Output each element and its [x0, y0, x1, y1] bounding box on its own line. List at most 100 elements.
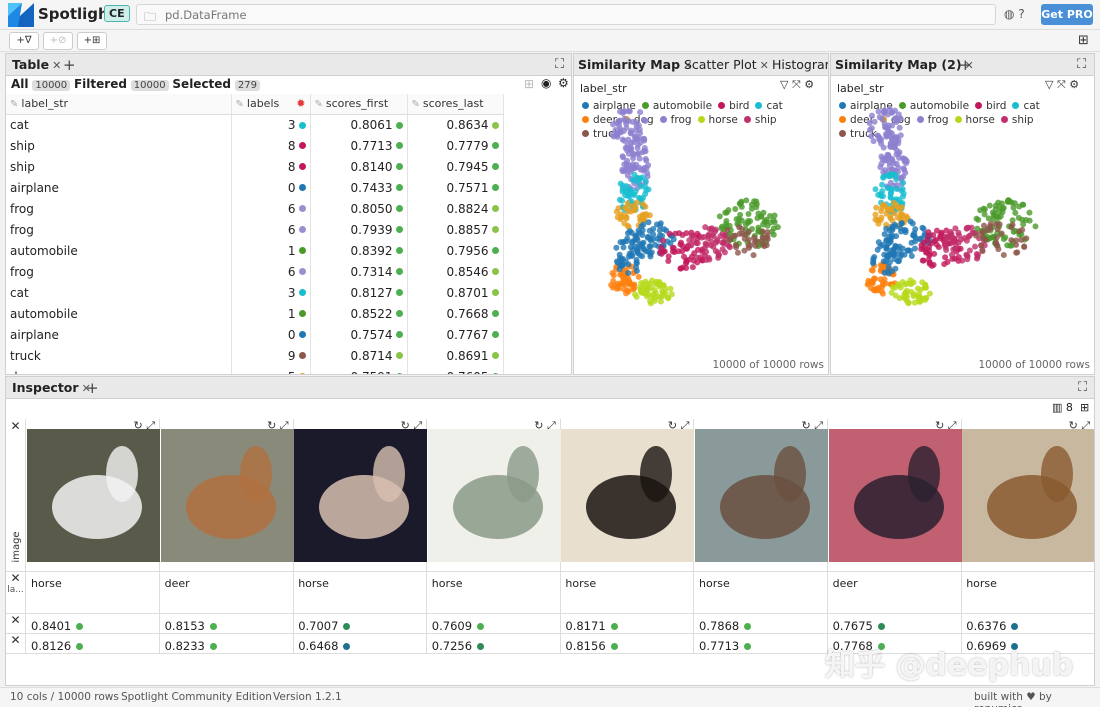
get-pro-button[interactable]: Get PRO	[1041, 4, 1093, 25]
scatter-point	[625, 270, 632, 277]
table-row[interactable]: truck 9 0.8714 0.8691	[6, 345, 504, 366]
scatter-point	[868, 112, 875, 119]
close-icon[interactable]: ✕	[6, 613, 25, 627]
scatter-point	[908, 252, 915, 259]
watermark: 知乎 @deephub	[825, 648, 1074, 683]
scatter-point	[741, 235, 748, 242]
brain-icon[interactable]: ◍	[1004, 7, 1014, 21]
label-color-dot	[298, 310, 306, 317]
close-icon[interactable]: ✕	[6, 633, 25, 647]
grid-icon[interactable]: ⊞	[1080, 401, 1089, 414]
add-tab-icon[interactable]: +	[86, 377, 99, 399]
scatter-point	[889, 284, 896, 291]
image-thumbnail[interactable]	[427, 429, 561, 562]
dataframe-field[interactable]: 🗀 pd.DataFrame	[136, 4, 996, 25]
table-row[interactable]: cat 3 0.8061 0.8634	[6, 114, 504, 135]
table-row[interactable]: cat 3 0.8127 0.8701	[6, 282, 504, 303]
table-row[interactable]: airplane 0 0.7433 0.7571	[6, 177, 504, 198]
similarity-scatter[interactable]	[574, 54, 829, 375]
columns-icon[interactable]: ▥ 8	[1052, 401, 1073, 414]
cell-scores-first: 0.8050	[310, 198, 408, 219]
add-tab-icon[interactable]: +	[63, 54, 76, 76]
image-thumbnail[interactable]	[695, 429, 828, 562]
similarity-map-panel: Similarity Map✕ Scatter Plot✕ Histogram …	[573, 53, 829, 375]
inspector-card[interactable]: ↻ ⤢ deer 0.8153 0.8233	[160, 419, 294, 653]
table-row[interactable]: airplane 0 0.7574 0.7767	[6, 324, 504, 345]
layout-icon[interactable]: ⊞	[1078, 33, 1089, 48]
scatter-point	[631, 206, 638, 213]
image-thumbnail[interactable]	[828, 429, 962, 562]
scatter-point	[979, 228, 986, 235]
similarity-scatter[interactable]	[831, 54, 1095, 375]
table-row[interactable]: frog 6 0.7939 0.8857	[6, 219, 504, 240]
selected-label[interactable]: Selected	[172, 77, 231, 91]
maximize-icon[interactable]: ⛶	[555, 54, 564, 76]
score-color-dot	[209, 643, 217, 650]
scatter-point	[928, 262, 935, 269]
scatter-point	[725, 207, 732, 214]
scatter-point	[703, 248, 710, 255]
cell-scores-last: 0.7945	[407, 156, 504, 177]
close-icon[interactable]: ✕	[6, 419, 25, 433]
scatter-point	[877, 217, 884, 224]
table-row[interactable]: automobile 1 0.8522 0.7668	[6, 303, 504, 324]
image-thumbnail[interactable]	[294, 429, 428, 562]
inspector-card[interactable]: ↻ ⤢ horse 0.7868 0.7713	[695, 419, 828, 653]
table-row[interactable]: frog 6 0.8050 0.8824	[6, 198, 504, 219]
eye-icon[interactable]: ◉	[541, 76, 551, 90]
all-label[interactable]: All	[11, 77, 29, 91]
scatter-point	[637, 109, 644, 116]
column-header-labels[interactable]: ✎ labels ✹	[231, 94, 311, 115]
table-row[interactable]: ship 8 0.7713 0.7779	[6, 135, 504, 156]
column-header-label-str[interactable]: ✎ label_str	[6, 94, 232, 115]
cell-scores-first: 0.8127	[310, 282, 408, 303]
table-row[interactable]: dog50.75910.7605	[6, 366, 504, 374]
add-filter-button[interactable]: +∇	[9, 32, 39, 50]
scatter-point	[901, 227, 908, 234]
scatter-point	[628, 127, 635, 134]
gear-icon[interactable]: ⚙	[558, 76, 569, 90]
image-thumbnail[interactable]	[27, 429, 160, 562]
scatter-point	[875, 108, 882, 115]
maximize-icon[interactable]: ⛶	[1078, 377, 1087, 399]
inspector-card[interactable]: ↻ ⤢ deer 0.7675 0.7768	[828, 419, 962, 653]
scatter-point	[631, 291, 638, 298]
inspector-card[interactable]: ↻ ⤢ horse 0.7609 0.7256	[427, 419, 561, 653]
scatter-point	[632, 232, 639, 239]
image-thumbnail[interactable]	[962, 429, 1095, 562]
scatter-point	[950, 235, 957, 242]
pencil-icon: ✎	[314, 99, 323, 111]
scatter-point	[647, 235, 654, 242]
add-tag-button[interactable]: +⊘	[43, 32, 73, 50]
tab-table[interactable]: Table ✕	[8, 54, 65, 76]
inspector-card[interactable]: ↻ ⤢ horse 0.8171 0.8156	[561, 419, 695, 653]
close-icon[interactable]: ✕	[52, 59, 61, 72]
score-color-dot	[491, 163, 499, 170]
label-color-dot	[298, 163, 306, 170]
add-group-button[interactable]: +⊞	[77, 32, 107, 50]
table-row[interactable]: frog 6 0.7314 0.8546	[6, 261, 504, 282]
scatter-point	[688, 232, 695, 239]
close-icon[interactable]: ✕	[6, 571, 25, 585]
add-column-icon[interactable]: ⊞	[524, 77, 534, 91]
image-thumbnail[interactable]	[561, 429, 695, 562]
help-icon[interactable]: ?	[1018, 7, 1024, 21]
table-row[interactable]: ship 8 0.8140 0.7945	[6, 156, 504, 177]
image-thumbnail[interactable]	[160, 429, 294, 562]
column-header-scores-last[interactable]: ✎ scores_last	[407, 94, 504, 115]
scatter-point	[963, 252, 970, 259]
column-header-scores-first[interactable]: ✎ scores_first	[310, 94, 408, 115]
inspector-card[interactable]: ↻ ⤢ horse 0.8401 0.8126	[27, 419, 160, 653]
table-row[interactable]: automobile 1 0.8392 0.7956	[6, 240, 504, 261]
inspector-card[interactable]: ↻ ⤢ horse 0.6376 0.6969	[962, 419, 1095, 653]
version-status: Version 1.2.1	[273, 691, 342, 703]
scatter-point	[887, 213, 894, 220]
cell-labels: 8	[231, 156, 311, 177]
filtered-label[interactable]: Filtered	[74, 77, 127, 91]
selected-count: 279	[234, 80, 260, 91]
tab-inspector[interactable]: Inspector ✕	[8, 377, 95, 399]
scatter-point	[943, 246, 950, 253]
inspector-card[interactable]: ↻ ⤢ horse 0.7007 0.6468	[294, 419, 428, 653]
scatter-point	[694, 240, 701, 247]
data-table: ✎ label_str ✎ labels ✹ ✎ scores_first ✎ score…	[6, 94, 504, 374]
